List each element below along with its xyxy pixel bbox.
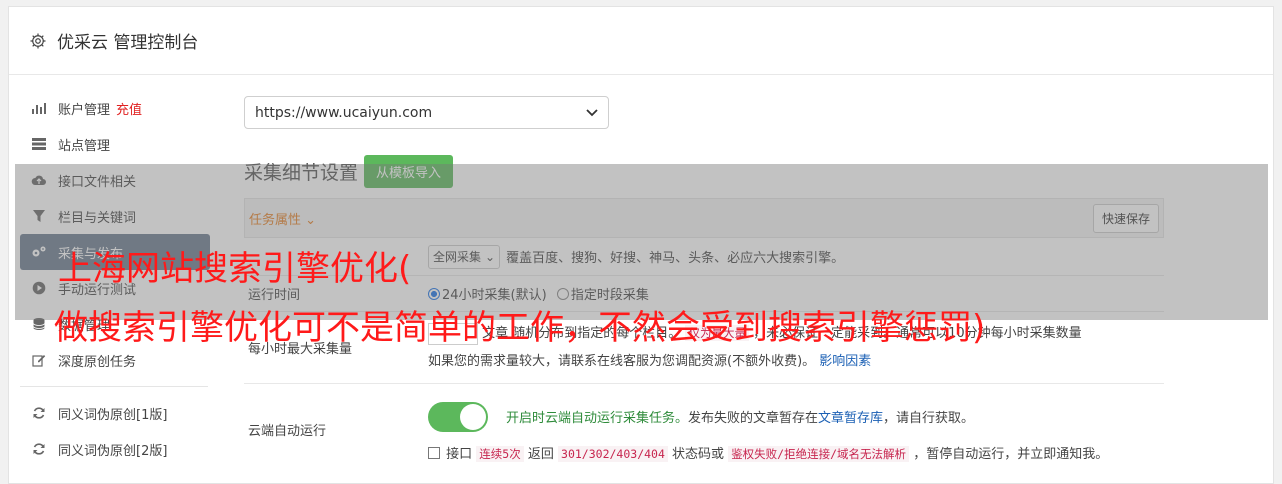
cb-code-3: 鉴权失败/拒绝连接/域名无法解析 [728, 445, 910, 462]
sidebar-item-synonym-v2[interactable]: 同义词伪原创[2版] [20, 431, 210, 467]
site-select-value: https://www.ucaiyun.com [255, 104, 433, 121]
cb-text-a: 接口 [446, 446, 473, 462]
max-note: 如果您的需求量较大，请联系在线客服为您调配资源(不额外收费)。 [428, 354, 816, 369]
cb-code-2: 301/302/403/404 [558, 445, 668, 462]
gear-icon [30, 33, 46, 48]
refresh-icon [30, 441, 48, 457]
pause-on-error-checkbox[interactable] [428, 446, 440, 459]
bar-chart-icon [30, 100, 48, 116]
sidebar-item-label: 账户管理 [58, 102, 111, 118]
sidebar-item-account[interactable]: 账户管理 充值 [20, 90, 210, 126]
page-header: 优采云 管理控制台 [9, 7, 1273, 75]
cb-text-b: 返回 [527, 446, 554, 462]
refresh-icon [30, 405, 48, 421]
cb-code-1: 连续5次 [476, 445, 524, 462]
sidebar-item-synonym-v1[interactable]: 同义词伪原创[1版] [20, 395, 210, 431]
chevron-down-icon [586, 105, 598, 121]
cloud-run-green-text: 开启时云端自动运行采集任务。 [506, 411, 689, 426]
edit-icon [30, 352, 48, 368]
cloud-run-toggle[interactable] [428, 401, 488, 432]
cb-text-c: 状态码或 [672, 446, 725, 462]
sidebar-item-label: 深度原创任务 [58, 354, 137, 370]
overlay-subline: 做搜索引擎优化可不是简单的工作，不然会受到搜索引擎惩罚) [54, 308, 986, 348]
sidebar-item-label: 站点管理 [58, 138, 111, 154]
cloud-run-label: 云端自动运行 [248, 423, 327, 439]
sidebar-divider [20, 386, 208, 387]
site-select[interactable]: https://www.ucaiyun.com [244, 96, 609, 129]
sidebar-item-sites[interactable]: 站点管理 [20, 126, 210, 162]
cloud-run-row: 云端自动运行 开启时云端自动运行采集任务。 发布失败的文章暂存在 文章暂存库 ，… [244, 384, 1164, 474]
page-title: 优采云 管理控制台 [57, 33, 199, 53]
influence-factors-link[interactable]: 影响因素 [819, 354, 871, 369]
overlay-headline: 上海网站搜索引擎优化( [58, 249, 412, 289]
server-icon [30, 136, 48, 152]
cloud-run-desc: 发布失败的文章暂存在 [688, 411, 819, 426]
watermark-overlay [15, 164, 1268, 320]
sidebar-item-label: 同义词伪原创[2版] [58, 443, 168, 459]
cb-text-d: ，暂停自动运行，并立即通知我。 [913, 446, 1109, 462]
recharge-link[interactable]: 充值 [116, 99, 142, 118]
article-storage-link[interactable]: 文章暂存库 [818, 407, 883, 426]
sidebar-item-label: 同义词伪原创[1版] [58, 407, 168, 423]
cloud-run-desc2: ，请自行获取。 [883, 411, 975, 426]
